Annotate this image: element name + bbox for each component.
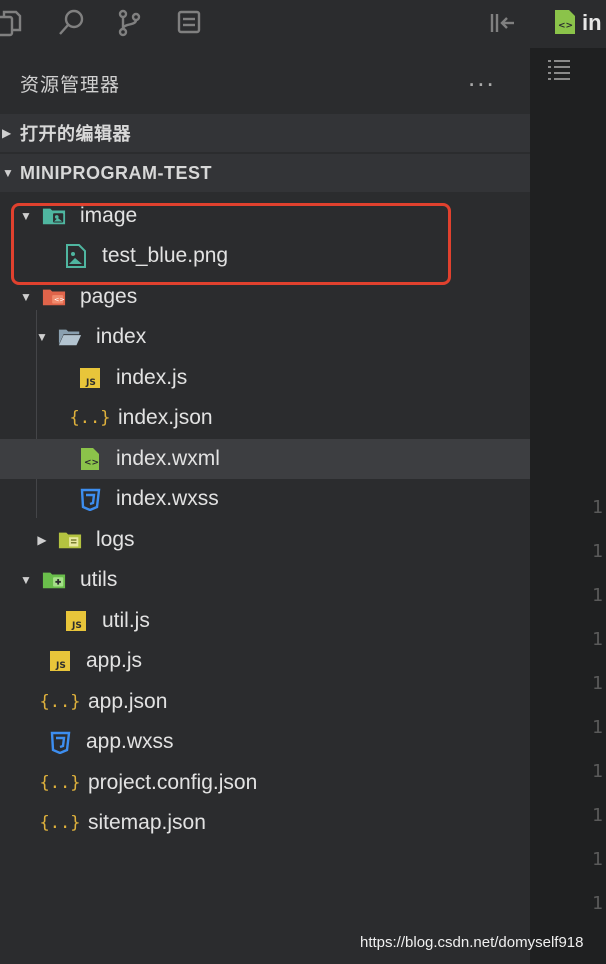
tree-label: project.config.json [88,771,258,794]
editor-area: <> in 1( 1 1 1 1 1 1 1 1 1 [530,0,606,964]
line-number: 1 [592,629,603,650]
json-file-icon: {..} [69,408,111,428]
json-file-icon: {..} [39,692,81,712]
tree-label: app.json [88,690,168,713]
collapse-sidebar-icon[interactable] [486,8,520,38]
svg-text:JS: JS [71,621,82,631]
chevron-down-icon: ▼ [20,573,32,587]
tree-file-wxml[interactable]: <> index.wxml [0,439,530,479]
outline-list-icon[interactable] [546,58,572,80]
tree-label: app.js [86,649,143,672]
utils-folder-icon [42,568,66,592]
tree-label: logs [96,528,135,551]
chevron-down-icon: ▼ [2,166,14,180]
line-number: 1 [592,849,603,870]
svg-text:JS: JS [55,661,66,671]
tree-file-js[interactable]: JS index.js [0,358,530,398]
chevron-right-icon: ▶ [2,126,12,140]
tree-folder-index[interactable]: ▼ index [0,317,530,357]
line-number: 1( [592,497,606,518]
pages-folder-icon: <> [42,285,66,309]
source-control-icon[interactable] [112,8,146,38]
wxss-file-icon [48,730,72,754]
tree-file-wxss[interactable]: app.wxss [0,722,530,762]
tree-label: pages [80,285,138,308]
highlight-annotation-box [11,203,451,285]
wxml-file-icon: <> [78,447,102,471]
debug-icon[interactable] [172,8,206,38]
activity-bar [0,0,530,48]
javascript-file-icon: JS [64,609,88,633]
tree-file-json[interactable]: {..} app.json [0,682,530,722]
tree-label: app.wxss [86,730,174,753]
tree-file-json[interactable]: {..} sitemap.json [0,803,530,843]
search-icon[interactable] [54,8,88,38]
chevron-down-icon: ▼ [36,330,48,344]
tree-label: util.js [102,609,150,632]
watermark-text: https://blog.csdn.net/domyself918 [360,934,584,951]
tree-file-json[interactable]: {..} index.json [0,398,530,438]
tree-folder-logs[interactable]: ▶ logs [0,520,530,560]
svg-text:JS: JS [85,378,96,388]
line-number: 1 [592,805,603,826]
explorer-title: 资源管理器 [20,75,121,96]
wxml-file-icon: <> [554,9,576,35]
json-file-icon: {..} [39,813,81,833]
files-icon[interactable] [0,8,26,38]
tree-label: index.wxml [116,447,220,470]
line-number: 1 [592,761,603,782]
open-editors-label: 打开的编辑器 [20,124,131,144]
tree-label: index.json [118,406,213,429]
folder-open-icon [58,325,82,349]
line-number: 1 [592,717,603,738]
tree-label: index [96,325,147,348]
svg-text:<>: <> [54,296,65,304]
tree-label: sitemap.json [88,811,206,834]
chevron-down-icon: ▼ [20,290,32,304]
svg-text:<>: <> [558,21,573,31]
logs-folder-icon [58,528,82,552]
project-label: MINIPROGRAM-TEST [20,162,212,183]
line-number: 1 [592,585,603,606]
line-number: 1 [592,673,603,694]
tree-label: utils [80,568,118,591]
javascript-file-icon: JS [78,366,102,390]
json-file-icon: {..} [39,773,81,793]
javascript-file-icon: JS [48,649,72,673]
tree-file-json[interactable]: {..} project.config.json [0,763,530,803]
tree-folder-utils[interactable]: ▼ utils [0,560,530,600]
line-number: 1 [592,893,603,914]
chevron-right-icon: ▶ [37,533,47,547]
open-editors-section[interactable]: ▶ 打开的编辑器 [0,114,530,152]
wxss-file-icon [78,487,102,511]
tree-label: index.wxss [116,487,219,510]
tree-file-wxss[interactable]: index.wxss [0,479,530,519]
line-number-gutter: 1( 1 1 1 1 1 1 1 1 1 [592,0,606,964]
line-number: 1 [592,541,603,562]
tree-file-js[interactable]: JS util.js [0,601,530,641]
project-section[interactable]: ▼ MINIPROGRAM-TEST [0,154,530,192]
svg-text:<>: <> [84,458,99,468]
tree-label: index.js [116,366,188,389]
tree-file-js[interactable]: JS app.js [0,641,530,681]
more-actions-button[interactable]: ... [468,62,496,93]
